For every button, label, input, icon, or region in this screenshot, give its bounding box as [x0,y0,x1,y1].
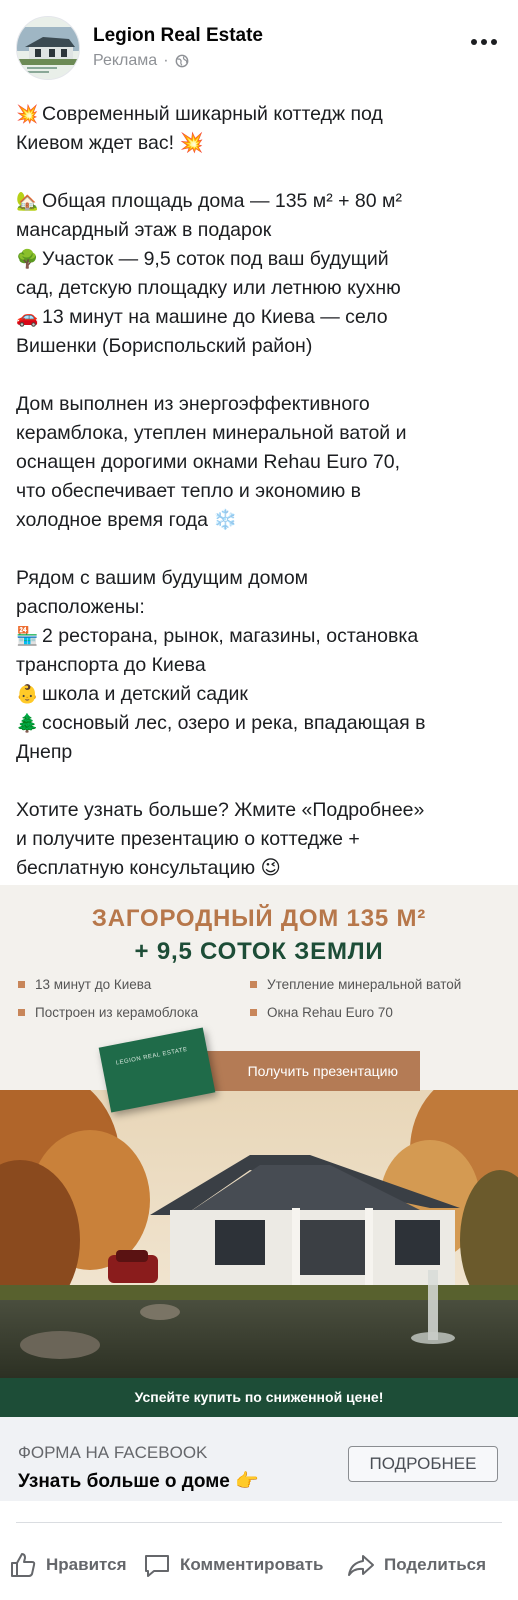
bullet-icon [18,1009,25,1016]
post-text-line: керамблока, утеплен минеральной ватой и [16,419,506,448]
post-text-line: Рядом с вашим будущим домом [16,564,506,593]
share-label: Поделиться [384,1555,487,1574]
post-text-content: оснащен дорогими окнами Rehau Euro 70, [16,451,401,473]
emoji-icon: 👶 [16,684,39,704]
bullet-icon [250,1009,257,1016]
post-text-content: Рядом с вашим будущим домом [16,567,309,589]
post-text-content: Вишенки (Бориспольский район) [16,335,313,357]
creative-feature: Утепление минеральной ватой [250,977,461,992]
post-text-content: что обеспечивает тепло и экономию в [16,480,362,502]
like-label: Нравится [46,1555,127,1574]
avatar-house-image [17,17,79,79]
post-text-content: Киевом ждет вас! 💥 [16,132,204,154]
post-text-line: оснащен дорогими окнами Rehau Euro 70, [16,448,506,477]
post-text-content: Участок — 9,5 соток под ваш будущий [42,248,389,270]
creative-feature: Окна Rehau Euro 70 [250,1005,393,1020]
link-source-label: Форма на Facebook [18,1443,208,1462]
post-text-content: Современный шикарный коттедж под [42,103,383,125]
house-photo [0,1090,518,1378]
comment-label: Комментировать [180,1555,324,1574]
post-text-line: расположены: [16,593,506,622]
thumbs-up-icon [11,1553,36,1577]
post-text-line: Днепр [16,738,506,767]
post-text-content: бесплатную консультацию 😉 [16,857,281,879]
post-text-content: расположены: [16,596,145,618]
post-text-line: 🌳 Участок — 9,5 соток под ваш будущий [16,245,506,274]
post-text-content: керамблока, утеплен минеральной ватой и [16,422,407,444]
emoji-icon: 🌲 [16,713,39,733]
post-text-line: Хотите узнать больше? Жмите «Подробнее» [16,796,506,825]
page-name-link[interactable]: Legion Real Estate [93,25,263,47]
creative-feature: Построен из керамоблока [18,1005,198,1020]
post-text-content: транспорта до Киева [16,654,206,676]
post-text-line: транспорта до Киева [16,651,506,680]
booklet-text: LEGION REAL ESTATE [115,1046,189,1067]
post-text-line: холодное время года ❄️ [16,506,506,535]
post-message: 💥 Современный шикарный коттедж под Киевом … [16,100,506,883]
emoji-icon: 🌳 [16,249,39,269]
post-text-line: 🏪 2 ресторана, рынок, магазины, остановка [16,622,506,651]
creative-feature: 13 минут до Киева [18,977,151,992]
post-text-line: и получите презентацию о коттедже + [16,825,506,854]
post-text-content: Общая площадь дома — 135 м² + 80 м² [42,190,402,212]
creative-title-line2: + 9,5 СОТОК ЗЕМЛИ [134,938,384,965]
post-text-content: 13 минут на машине до Киева — село [42,306,388,328]
post-text-content: сосновый лес, озеро и река, впадающая в [42,712,426,734]
post-text-line: 👶 школа и детский садик [16,680,506,709]
post-actions: Нравится Комментировать Поделиться [0,1540,518,1590]
post-text-line: 🚗 13 минут на машине до Киева — село [16,303,506,332]
post-text-line: 🏡 Общая площадь дома — 135 м² + 80 м² [16,187,506,216]
page-avatar[interactable] [16,16,80,80]
post-text-line: Киевом ждет вас! 💥 [16,129,506,158]
comment-icon [145,1555,169,1577]
meta-separator: · [163,52,169,69]
emoji-icon: 🏪 [16,626,39,646]
post-text-content: школа и детский садик [42,683,248,705]
creative-title-line1: ЗАГОРОДНЫЙ ДОМ 135 М² [91,905,427,932]
post-meta: Реклама · [93,52,189,70]
post-header: Legion Real Estate Реклама · [0,0,518,90]
post-text-content: сад, детскую площадку или летнюю кухню [16,277,401,299]
post-text-line: 💥 Современный шикарный коттедж под [16,100,506,129]
comment-button[interactable]: Комментировать [142,1540,323,1590]
post-text-content: Хотите узнать больше? Жмите «Подробнее» [16,799,425,821]
post-text-content: Днепр [16,741,73,763]
like-button[interactable]: Нравится [8,1540,127,1590]
share-button[interactable]: Поделиться [346,1540,486,1590]
post-text-line: Вишенки (Бориспольский район) [16,332,506,361]
link-title[interactable]: Узнать больше о доме 👉 [18,1469,259,1493]
post-text-content: Дом выполнен из энергоэффективного [16,393,370,415]
share-icon [348,1555,374,1576]
sponsored-label[interactable]: Реклама [93,52,157,70]
get-presentation-button[interactable]: Получить презентацию [180,1051,420,1091]
post-text-content: мансардный этаж в подарок [16,219,272,241]
post-text-content: холодное время года ❄️ [16,509,238,531]
emoji-icon: 🚗 [16,307,39,327]
post-text-line: мансардный этаж в подарок [16,216,506,245]
post-text-line: бесплатную консультацию 😉 [16,854,506,883]
globe-icon [175,54,188,68]
post-text-content: и получите презентацию о коттедже + [16,828,360,850]
ad-creative-image[interactable]: ЗАГОРОДНЫЙ ДОМ 135 М² + 9,5 СОТОК ЗЕМЛИ … [0,885,518,1417]
creative-bottom-banner: Успейте купить по сниженной цене! [0,1378,518,1417]
post-text-line: сад, детскую площадку или летнюю кухню [16,274,506,303]
bullet-icon [18,981,25,988]
emoji-icon: 💥 [16,104,39,124]
bullet-icon [250,981,257,988]
emoji-icon: 🏡 [16,191,39,211]
post-text-line: Дом выполнен из энергоэффективного [16,390,506,419]
post-text-line: что обеспечивает тепло и экономию в [16,477,506,506]
actions-divider [16,1522,502,1523]
post-text-content: 2 ресторана, рынок, магазины, остановка [42,625,419,647]
learn-more-button[interactable]: ПОДРОБНЕЕ [348,1446,498,1482]
link-preview-bar[interactable]: Форма на Facebook Узнать больше о доме 👉… [0,1417,518,1501]
more-options-icon[interactable] [468,32,500,52]
post-text-line: 🌲 сосновый лес, озеро и река, впадающая в [16,709,506,738]
